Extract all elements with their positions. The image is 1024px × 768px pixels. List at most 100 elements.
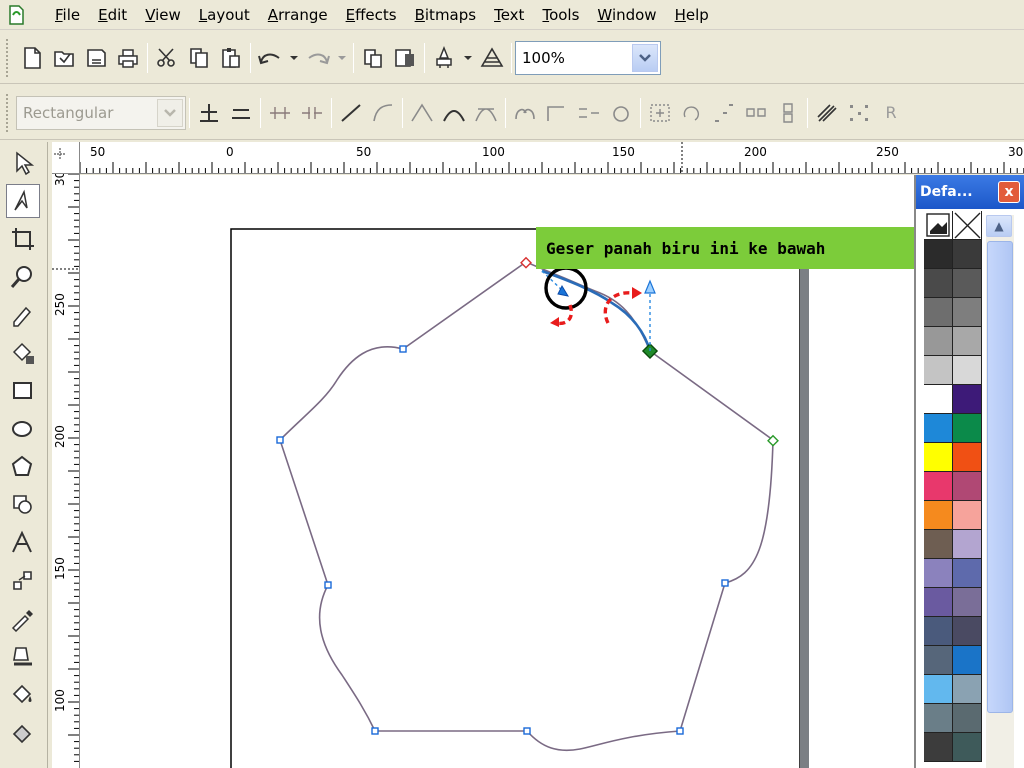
pick-tool-icon[interactable] <box>6 146 40 180</box>
color-swatch[interactable] <box>924 298 953 327</box>
align-nodes-icon[interactable] <box>709 98 739 128</box>
vertical-ruler[interactable]: 30 250 200 150 100 <box>52 174 80 768</box>
horizontal-ruler[interactable]: 50 0 50 100 150 200 250 30 <box>80 142 1024 174</box>
eyedropper-tool-icon[interactable] <box>6 602 40 636</box>
ellipse-tool-icon[interactable] <box>6 412 40 446</box>
color-swatch[interactable] <box>953 501 982 530</box>
color-swatch[interactable] <box>924 704 953 733</box>
undo-dropdown-icon[interactable] <box>287 43 301 73</box>
extend-curve-icon[interactable] <box>542 98 572 128</box>
add-node-icon[interactable] <box>194 98 224 128</box>
color-swatch[interactable] <box>924 414 953 443</box>
mirror-horizontal-icon[interactable] <box>741 98 771 128</box>
undo-icon[interactable] <box>255 43 285 73</box>
toolbar-grip[interactable] <box>6 38 10 77</box>
color-swatch[interactable] <box>924 675 953 704</box>
color-swatch[interactable] <box>953 733 982 762</box>
chevron-down-icon[interactable] <box>157 98 183 127</box>
reverse-direction-icon[interactable] <box>510 98 540 128</box>
menu-text[interactable]: Text <box>485 3 533 27</box>
interactive-fill-tool-icon[interactable] <box>6 716 40 750</box>
color-swatch[interactable] <box>924 733 953 762</box>
menu-layout[interactable]: Layout <box>190 3 259 27</box>
toolbar-grip[interactable] <box>6 93 10 132</box>
new-document-icon[interactable] <box>17 43 47 73</box>
palette-menu-icon[interactable] <box>924 211 953 240</box>
cut-icon[interactable] <box>152 43 182 73</box>
application-launcher-icon[interactable] <box>429 43 459 73</box>
color-swatch[interactable] <box>953 588 982 617</box>
color-swatch[interactable] <box>953 298 982 327</box>
menu-tools[interactable]: Tools <box>533 3 588 27</box>
interactive-blend-tool-icon[interactable] <box>6 564 40 598</box>
paste-icon[interactable] <box>216 43 246 73</box>
app-icon[interactable] <box>6 4 26 26</box>
print-icon[interactable] <box>113 43 143 73</box>
scroll-thumb[interactable] <box>987 241 1013 713</box>
color-swatch[interactable] <box>924 356 953 385</box>
color-swatch[interactable] <box>924 472 953 501</box>
outline-tool-icon[interactable] <box>6 640 40 674</box>
smooth-node-icon[interactable] <box>439 98 469 128</box>
convert-to-line-icon[interactable] <box>336 98 366 128</box>
import-icon[interactable] <box>358 43 388 73</box>
color-swatch[interactable] <box>924 617 953 646</box>
stretch-nodes-icon[interactable] <box>645 98 675 128</box>
join-nodes-icon[interactable] <box>265 98 295 128</box>
extract-subpath-icon[interactable] <box>574 98 604 128</box>
color-swatch[interactable] <box>924 269 953 298</box>
scroll-up-icon[interactable]: ▲ <box>986 215 1012 237</box>
reduce-nodes-label[interactable]: R <box>876 98 906 128</box>
ruler-origin[interactable] <box>52 142 80 174</box>
fill-tool-icon[interactable] <box>6 678 40 712</box>
zoom-tool-icon[interactable] <box>6 260 40 294</box>
color-swatch[interactable] <box>924 646 953 675</box>
color-swatch[interactable] <box>953 704 982 733</box>
smart-fill-tool-icon[interactable] <box>6 336 40 370</box>
color-swatch[interactable] <box>924 588 953 617</box>
palette-header[interactable]: Defa... x <box>916 175 1024 209</box>
auto-close-icon[interactable] <box>606 98 636 128</box>
menu-view[interactable]: View <box>136 3 190 27</box>
color-swatch[interactable] <box>953 530 982 559</box>
mirror-vertical-icon[interactable] <box>773 98 803 128</box>
symmetrical-node-icon[interactable] <box>471 98 501 128</box>
rotate-nodes-icon[interactable] <box>677 98 707 128</box>
open-icon[interactable] <box>49 43 79 73</box>
crop-tool-icon[interactable] <box>6 222 40 256</box>
export-icon[interactable] <box>390 43 420 73</box>
cusp-node-icon[interactable] <box>407 98 437 128</box>
break-curve-icon[interactable] <box>297 98 327 128</box>
color-swatch[interactable] <box>924 327 953 356</box>
menu-help[interactable]: Help <box>666 3 718 27</box>
palette-scrollbar[interactable]: ▲ <box>986 215 1014 768</box>
copy-icon[interactable] <box>184 43 214 73</box>
marquee-type-select[interactable]: Rectangular <box>16 95 186 130</box>
drawing-canvas[interactable]: Geser panah biru ini ke bawah <box>80 175 914 768</box>
menu-effects[interactable]: Effects <box>337 3 406 27</box>
color-swatch[interactable] <box>924 530 953 559</box>
menu-edit[interactable]: Edit <box>89 3 136 27</box>
color-swatch[interactable] <box>953 269 982 298</box>
color-swatch[interactable] <box>953 240 982 269</box>
basic-shapes-tool-icon[interactable] <box>6 488 40 522</box>
chevron-down-icon[interactable] <box>632 43 658 72</box>
color-swatch[interactable] <box>953 559 982 588</box>
menu-bitmaps[interactable]: Bitmaps <box>406 3 486 27</box>
menu-file[interactable]: File <box>46 3 89 27</box>
zoom-level-select[interactable]: 100% <box>515 40 661 75</box>
color-swatch[interactable] <box>953 472 982 501</box>
text-tool-icon[interactable] <box>6 526 40 560</box>
redo-dropdown-icon[interactable] <box>335 43 349 73</box>
color-swatch[interactable] <box>924 443 953 472</box>
corel-online-icon[interactable] <box>477 43 507 73</box>
close-icon[interactable]: x <box>998 181 1020 203</box>
rectangle-tool-icon[interactable] <box>6 374 40 408</box>
elastic-mode-icon[interactable] <box>812 98 842 128</box>
color-swatch[interactable] <box>953 327 982 356</box>
color-swatch[interactable] <box>924 559 953 588</box>
color-swatch[interactable] <box>924 501 953 530</box>
save-icon[interactable] <box>81 43 111 73</box>
color-swatch[interactable] <box>953 356 982 385</box>
select-all-nodes-icon[interactable] <box>844 98 874 128</box>
